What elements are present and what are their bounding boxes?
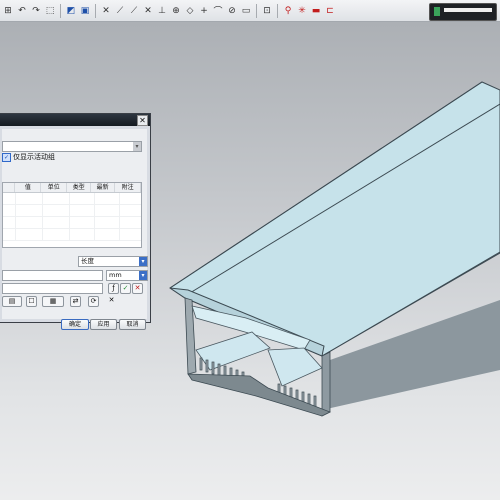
- measure-type-value: 长度: [81, 257, 94, 265]
- link-icon[interactable]: ⇄: [70, 296, 81, 307]
- table-row[interactable]: [3, 217, 141, 229]
- table-row[interactable]: [3, 193, 141, 205]
- chevron-down-icon: ▾: [139, 271, 147, 280]
- apply-button[interactable]: 应用: [90, 319, 117, 330]
- col-header-unit: 单位: [41, 183, 68, 192]
- model-inner-floor-right: [267, 347, 323, 387]
- cancel-button[interactable]: 取消: [119, 319, 146, 330]
- model-right-wall: [321, 351, 331, 417]
- checkbox-active-group[interactable]: ✓: [2, 152, 11, 162]
- col-header-value: 值: [15, 183, 42, 192]
- expression-list-icon[interactable]: ▤: [2, 296, 22, 307]
- unit-value: mm: [109, 271, 122, 279]
- graphics-viewport[interactable]: ⊞ ↶ ↷ ⬚ ◩ ▣ ✕ ⟋ ⟋ ✕ ⊥ ⊕ ◇ + ⌒ ⊘ ▭ ⊡ ⚲ ✳ …: [0, 0, 500, 500]
- table-row[interactable]: [3, 229, 141, 241]
- name-input[interactable]: [2, 270, 103, 281]
- cut-icon[interactable]: ✕: [106, 296, 117, 307]
- col-header-latest: 最新: [91, 183, 116, 192]
- expressions-dialog: ✕ ▾ ✓ 仅显示活动组 值 单位 类型 最新 附注 长度 ▾ mm ▾ ƒ ✓…: [0, 113, 151, 330]
- formula-input[interactable]: [2, 283, 103, 294]
- open-folder-icon[interactable]: ☐: [26, 296, 37, 307]
- col-header-type: 类型: [67, 183, 92, 192]
- function-icon[interactable]: ƒ: [108, 283, 119, 294]
- listed-expressions-combo[interactable]: ▾: [2, 141, 142, 152]
- expressions-table[interactable]: 值 单位 类型 最新 附注: [2, 182, 142, 248]
- measure-type-select[interactable]: 长度 ▾: [78, 256, 148, 267]
- dialog-titlebar[interactable]: ✕: [0, 114, 150, 126]
- table-row[interactable]: [3, 205, 141, 217]
- unit-select[interactable]: mm ▾: [106, 270, 148, 281]
- checkmark-icon[interactable]: ✓: [120, 283, 131, 294]
- col-header-note: 附注: [115, 183, 142, 192]
- spreadsheet-icon[interactable]: ▦: [42, 296, 64, 307]
- table-header: 值 单位 类型 最新 附注: [3, 183, 142, 193]
- delete-icon[interactable]: ✕: [132, 283, 143, 294]
- checkbox-label: 仅显示活动组: [13, 153, 55, 161]
- ok-button[interactable]: 确定: [61, 319, 89, 330]
- refresh-icon[interactable]: ⟳: [88, 296, 99, 307]
- active-group-row[interactable]: ✓ 仅显示活动组: [2, 152, 55, 162]
- col-header-name: [3, 183, 16, 192]
- chevron-down-icon: ▾: [139, 257, 147, 266]
- chevron-down-icon: ▾: [133, 142, 141, 151]
- dialog-body: ▾ ✓ 仅显示活动组 值 单位 类型 最新 附注 长度 ▾ mm ▾ ƒ ✓ ✕…: [2, 129, 148, 330]
- close-icon[interactable]: ✕: [137, 115, 148, 126]
